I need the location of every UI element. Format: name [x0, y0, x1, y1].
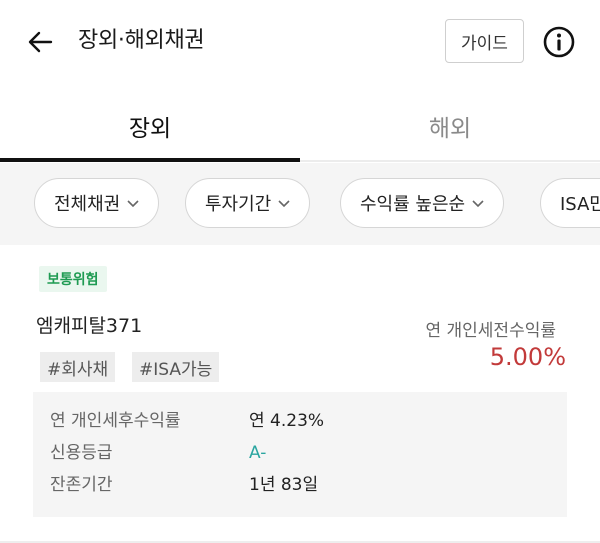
filter-bar: 전체채권 투자기간 수익률 높은순 ISA만	[0, 163, 600, 245]
tab-overseas[interactable]: 해외	[300, 93, 600, 159]
pretax-yield-label: 연 개인세전수익률	[425, 321, 556, 341]
tag-corporate-bond: #회사채	[40, 352, 116, 382]
info-circle-icon	[543, 26, 575, 58]
bond-card[interactable]: 보통위험 엠캐피탈371 #회사채 #ISA가능 연 개인세전수익률 5.00%…	[0, 245, 600, 543]
filter-label: 투자기간	[205, 194, 272, 215]
chevron-down-icon	[471, 196, 485, 210]
chevron-down-icon	[277, 196, 291, 210]
detail-row-aftertax-yield: 연 개인세후수익률 연 4.23%	[33, 406, 567, 436]
filter-bond-type[interactable]: 전체채권	[34, 178, 160, 228]
guide-button[interactable]: 가이드	[445, 19, 524, 63]
detail-label: 연 개인세후수익률	[50, 411, 181, 431]
filter-label: 수익률 높은순	[360, 194, 466, 215]
detail-value: 1년 83일	[249, 475, 319, 495]
bond-details: 연 개인세후수익률 연 4.23% 신용등급 A- 잔존기간 1년 83일	[33, 392, 567, 517]
active-tab-indicator	[0, 158, 300, 162]
back-button[interactable]	[22, 24, 58, 60]
app-header: 장외·해외채권 가이드	[0, 0, 600, 82]
tab-otc[interactable]: 장외	[0, 93, 300, 159]
detail-row-credit-rating: 신용등급 A-	[33, 438, 567, 468]
arrow-left-icon	[28, 31, 53, 53]
credit-rating-value: A-	[249, 443, 267, 463]
pretax-yield-value: 5.00%	[489, 343, 566, 371]
detail-label: 신용등급	[50, 443, 113, 463]
filter-isa-only[interactable]: ISA만	[540, 178, 600, 228]
filter-investment-period[interactable]: 투자기간	[185, 178, 311, 228]
detail-value: 연 4.23%	[249, 411, 325, 431]
tag-isa-eligible: #ISA가능	[132, 352, 220, 382]
info-button[interactable]	[540, 23, 578, 61]
bond-name: 엠캐피탈371	[36, 315, 143, 337]
chevron-down-icon	[126, 196, 140, 210]
filter-label: ISA만	[560, 194, 600, 215]
filter-label: 전체채권	[54, 194, 121, 215]
risk-badge: 보통위험	[39, 266, 107, 292]
market-tabs: 장외 해외	[0, 93, 600, 163]
page-title: 장외·해외채권	[78, 28, 205, 53]
filter-sort-yield[interactable]: 수익률 높은순	[340, 178, 505, 228]
detail-row-remaining-term: 잔존기간 1년 83일	[33, 470, 567, 500]
detail-label: 잔존기간	[50, 475, 113, 495]
